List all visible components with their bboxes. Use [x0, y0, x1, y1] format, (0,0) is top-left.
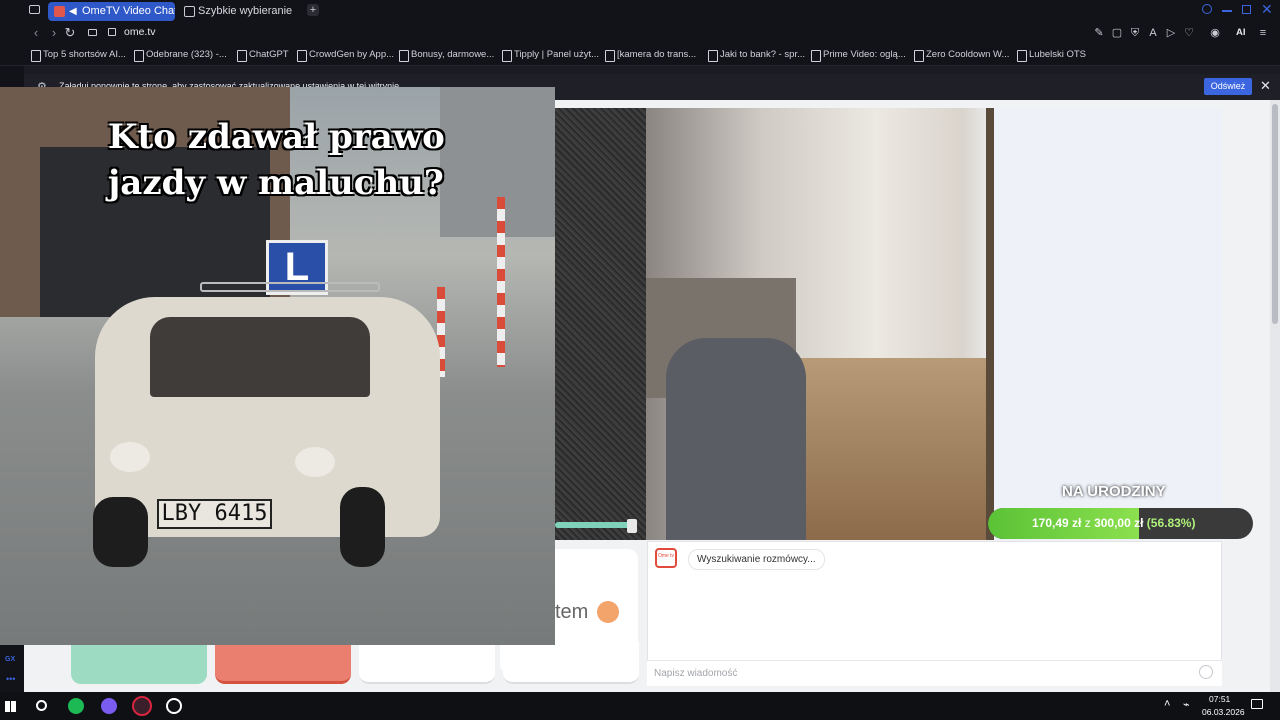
- bookmark-item[interactable]: Top 5 shortsów AI...: [30, 47, 126, 63]
- player-icon[interactable]: ▷: [1164, 26, 1178, 40]
- tab-speed-dial[interactable]: Szybkie wybieranie: [180, 2, 300, 21]
- bookmarks-bar: Top 5 shortsów AI... Odebrane (323) -...…: [0, 44, 1280, 66]
- network-icon[interactable]: ⌁: [1183, 698, 1190, 711]
- bookmark-item[interactable]: [kamera do trans...: [604, 47, 696, 63]
- spotify-icon[interactable]: [68, 698, 84, 714]
- tab-label: OmeTV Video Chat —: [82, 5, 175, 17]
- opera-gx-taskbar-icon[interactable]: [132, 696, 152, 716]
- donation-percent: (56.83%): [1146, 516, 1196, 530]
- bookmark-item[interactable]: Jaki to bank? - spr...: [707, 47, 805, 63]
- tab-bar: ◀ OmeTV Video Chat — Szybkie wybieranie …: [0, 0, 1280, 22]
- windows-start-icon[interactable]: [5, 701, 16, 712]
- traffic-cone-post: [497, 197, 505, 367]
- donation-goal: 300,00 zł: [1094, 516, 1144, 530]
- country-button[interactable]: [359, 642, 495, 684]
- sidebar-gx-label[interactable]: GX: [5, 656, 15, 663]
- close-infobar-icon[interactable]: ✕: [1260, 78, 1271, 94]
- clock-time[interactable]: 07:51: [1209, 694, 1230, 704]
- car-wheel: [340, 487, 385, 567]
- overlay-title-line2: jazdy w maluchu?: [108, 163, 444, 203]
- url-field[interactable]: ome.tv: [124, 26, 156, 38]
- avatar-icon: [597, 601, 619, 623]
- bookmark-item[interactable]: CrowdGen by App...: [296, 47, 394, 63]
- bookmark-item[interactable]: Prime Video: oglą...: [810, 47, 906, 63]
- tab-label: Szybkie wybieranie: [198, 5, 293, 17]
- menu-icon[interactable]: ≡: [1256, 26, 1270, 40]
- person-figure: [666, 338, 806, 540]
- donation-title: NA URODZINY: [1062, 483, 1166, 500]
- bookmark-item[interactable]: Bonusy, darmowe...: [398, 47, 494, 63]
- snapshot-icon[interactable]: ▢: [1110, 26, 1124, 40]
- car-headlight: [110, 442, 150, 472]
- roof-rack: [200, 282, 380, 292]
- bookmark-item[interactable]: Zero Cooldown W...: [913, 47, 1009, 63]
- partner-camera-view: [646, 108, 1222, 540]
- license-plate: LBY 6415: [157, 499, 272, 529]
- my-camera-view: [555, 108, 646, 540]
- camera-permission-icon[interactable]: [88, 29, 97, 36]
- overlay-title-line1: Kto zdawał prawo: [108, 117, 445, 157]
- start-button[interactable]: [71, 642, 207, 684]
- address-bar-row: ‹ › ↻ ome.tv ✎ ▢ ⛨ A ▷ ♡ ◉ AI ≡: [0, 22, 1280, 44]
- account-icon[interactable]: ◉: [1208, 26, 1222, 40]
- bookmark-item[interactable]: ChatGPT: [236, 47, 289, 63]
- tab-ometv[interactable]: ◀ OmeTV Video Chat —: [48, 2, 175, 21]
- tab-favicon-icon: [54, 6, 65, 17]
- back-icon[interactable]: ‹: [28, 25, 44, 41]
- volume-slider-handle[interactable]: [627, 519, 637, 533]
- windows-taskbar: ˄ ⌁ 07:51 06.03.2026: [0, 692, 1280, 720]
- restore-icon[interactable]: [1242, 5, 1251, 14]
- car-windshield: [150, 317, 370, 397]
- speed-dial-icon: [184, 6, 195, 17]
- pin-icon[interactable]: ✎: [1092, 26, 1106, 40]
- search-taskbar-icon[interactable]: [36, 700, 47, 711]
- tray-chevron-icon[interactable]: ˄: [1164, 698, 1170, 710]
- aria-ai-button[interactable]: AI: [1236, 27, 1246, 38]
- reload-icon[interactable]: ↻: [62, 25, 78, 41]
- donation-current: 170,49 zł: [1032, 516, 1082, 530]
- ometv-logo-text: Ome tv: [657, 553, 675, 559]
- message-input[interactable]: Napisz wiadomość: [647, 660, 1222, 686]
- car-headlight: [295, 447, 335, 477]
- donation-progress-bar: 170,49 zł z 300,00 zł (56.83%): [988, 508, 1253, 539]
- room-wall: [986, 108, 1222, 540]
- shield-icon[interactable]: ⛨: [1128, 26, 1142, 40]
- messenger-icon[interactable]: [101, 698, 117, 714]
- minimize-icon[interactable]: [1222, 10, 1232, 12]
- opera-taskbar-icon[interactable]: [166, 698, 182, 714]
- forward-icon[interactable]: ›: [46, 25, 62, 41]
- translate-icon[interactable]: A: [1146, 26, 1160, 40]
- chat-status-message: Wyszukiwanie rozmówcy...: [688, 549, 825, 570]
- speaker-icon[interactable]: ◀: [69, 2, 77, 21]
- refresh-button[interactable]: Odśwież: [1204, 78, 1252, 95]
- stream-overlay-image: LBY 6415 L Kto zdawał prawo jazdy w malu…: [0, 87, 555, 645]
- car-wheel: [93, 497, 148, 567]
- ometv-logo-icon: Ome tv: [655, 548, 677, 568]
- clock-date[interactable]: 06.03.2026: [1202, 707, 1245, 717]
- tab-overview-icon[interactable]: [29, 5, 40, 14]
- search-icon[interactable]: [1202, 4, 1212, 14]
- bookmark-item[interactable]: Odebrane (323) -...: [133, 47, 227, 63]
- gender-button[interactable]: [503, 642, 639, 684]
- sidebar-more-icon[interactable]: •••: [6, 674, 15, 684]
- page-scrollbar-thumb[interactable]: [1272, 104, 1278, 324]
- close-window-icon[interactable]: ✕: [1261, 1, 1273, 18]
- lock-icon[interactable]: [108, 28, 116, 36]
- emoji-icon[interactable]: [1199, 665, 1213, 679]
- heart-icon[interactable]: ♡: [1182, 26, 1196, 40]
- new-tab-button[interactable]: +: [307, 4, 319, 16]
- interests-partial-text: tem: [555, 601, 589, 623]
- donation-sep: z: [1084, 516, 1091, 530]
- bookmark-item[interactable]: Lubelski OTS: [1016, 47, 1086, 63]
- room-floor: [796, 358, 996, 540]
- volume-slider[interactable]: [555, 522, 632, 528]
- bookmark-item[interactable]: Tipply | Panel użyt...: [501, 47, 599, 63]
- notifications-icon[interactable]: [1251, 699, 1263, 709]
- donation-amount-text: 170,49 zł z 300,00 zł (56.83%): [1032, 516, 1195, 530]
- stop-button[interactable]: [215, 642, 351, 684]
